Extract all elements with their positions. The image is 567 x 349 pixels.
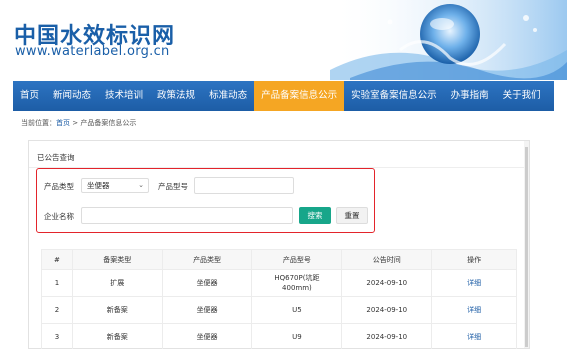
product-type-value: 坐便器 [87, 181, 110, 190]
cell-announce-date: 2024-09-10 [341, 296, 433, 324]
nav-item-home[interactable]: 首页 [13, 81, 46, 111]
nav-item-about[interactable]: 关于我们 [496, 81, 548, 111]
cell-filing-type: 新备案 [71, 323, 163, 349]
scrollbar-thumb[interactable] [525, 147, 528, 347]
main-nav: 首页 新闻动态 技术培训 政策法规 标准动态 产品备案信息公示 实验室备案信息公… [13, 81, 554, 111]
chevron-down-icon: ⌄ [138, 181, 144, 189]
cell-product-model: HQ670P(坑距400mm) [251, 269, 343, 297]
search-form: 产品类型 坐便器 ⌄ 产品型号 企业名称 搜索 重置 [36, 168, 375, 233]
cell-action: 详细 [431, 323, 517, 349]
nav-item-guide[interactable]: 办事指南 [444, 81, 496, 111]
breadcrumb-home-link[interactable]: 首页 [56, 119, 70, 127]
site-header: 中国水效标识网 www.waterlabel.org.cn [0, 0, 567, 80]
results-table: # 备案类型 产品类型 产品型号 公告时间 操作 1 扩展 坐便器 HQ670P… [41, 249, 517, 349]
column-header-action: 操作 [431, 249, 517, 270]
cell-index: 2 [41, 296, 73, 324]
panel-title: 已公告查询 [37, 153, 75, 162]
detail-link[interactable]: 详细 [467, 279, 481, 287]
cell-action: 详细 [431, 296, 517, 324]
cell-product-model: U5 [251, 296, 343, 324]
cell-product-model: U9 [251, 323, 343, 349]
column-header-index: # [41, 249, 73, 270]
breadcrumb: 当前位置：首页 > 产品备案信息公示 [21, 118, 136, 128]
cell-announce-date: 2024-09-10 [341, 269, 433, 297]
nav-item-product-filing[interactable]: 产品备案信息公示 [254, 81, 345, 111]
nav-item-policy[interactable]: 政策法规 [150, 81, 202, 111]
product-type-select[interactable]: 坐便器 ⌄ [81, 178, 149, 193]
cell-product-type: 坐便器 [161, 323, 253, 349]
cell-product-type: 坐便器 [161, 269, 253, 297]
product-type-label: 产品类型 [44, 182, 74, 191]
water-globe-banner [330, 0, 567, 80]
detail-link[interactable]: 详细 [467, 333, 481, 341]
column-header-filing-type: 备案类型 [71, 249, 163, 270]
reset-button[interactable]: 重置 [336, 207, 368, 224]
breadcrumb-current: 产品备案信息公示 [80, 119, 137, 127]
cell-announce-date: 2024-09-10 [341, 323, 433, 349]
nav-item-lab-filing[interactable]: 实验室备案信息公示 [344, 81, 444, 111]
cell-index: 3 [41, 323, 73, 349]
search-button[interactable]: 搜索 [299, 207, 331, 224]
cell-index: 1 [41, 269, 73, 297]
company-name-input[interactable] [81, 207, 293, 224]
breadcrumb-separator: > [70, 119, 81, 127]
column-header-announce-date: 公告时间 [341, 249, 433, 270]
cell-filing-type: 扩展 [71, 269, 163, 297]
table-row: 1 扩展 坐便器 HQ670P(坑距400mm) 2024-09-10 详细 [41, 269, 517, 297]
breadcrumb-prefix: 当前位置： [21, 119, 56, 127]
product-model-input[interactable] [194, 177, 294, 194]
column-header-product-type: 产品类型 [161, 249, 253, 270]
cell-action: 详细 [431, 269, 517, 297]
site-logo-url[interactable]: www.waterlabel.org.cn [15, 44, 170, 59]
table-row: 3 新备案 坐便器 U9 2024-09-10 详细 [41, 323, 517, 349]
scrollbar[interactable] [524, 141, 529, 348]
nav-item-news[interactable]: 新闻动态 [46, 81, 98, 111]
detail-link[interactable]: 详细 [467, 306, 481, 314]
cell-product-type: 坐便器 [161, 296, 253, 324]
table-header-row: # 备案类型 产品类型 产品型号 公告时间 操作 [41, 249, 517, 270]
cell-filing-type: 新备案 [71, 296, 163, 324]
nav-item-standards[interactable]: 标准动态 [202, 81, 254, 111]
column-header-product-model: 产品型号 [251, 249, 343, 270]
product-model-label: 产品型号 [158, 182, 188, 191]
query-panel: 已公告查询 产品类型 坐便器 ⌄ 产品型号 企业名称 搜索 重置 # 备案类型 … [28, 140, 530, 349]
nav-item-training[interactable]: 技术培训 [98, 81, 150, 111]
company-name-label: 企业名称 [44, 212, 74, 221]
table-row: 2 新备案 坐便器 U5 2024-09-10 详细 [41, 296, 517, 324]
